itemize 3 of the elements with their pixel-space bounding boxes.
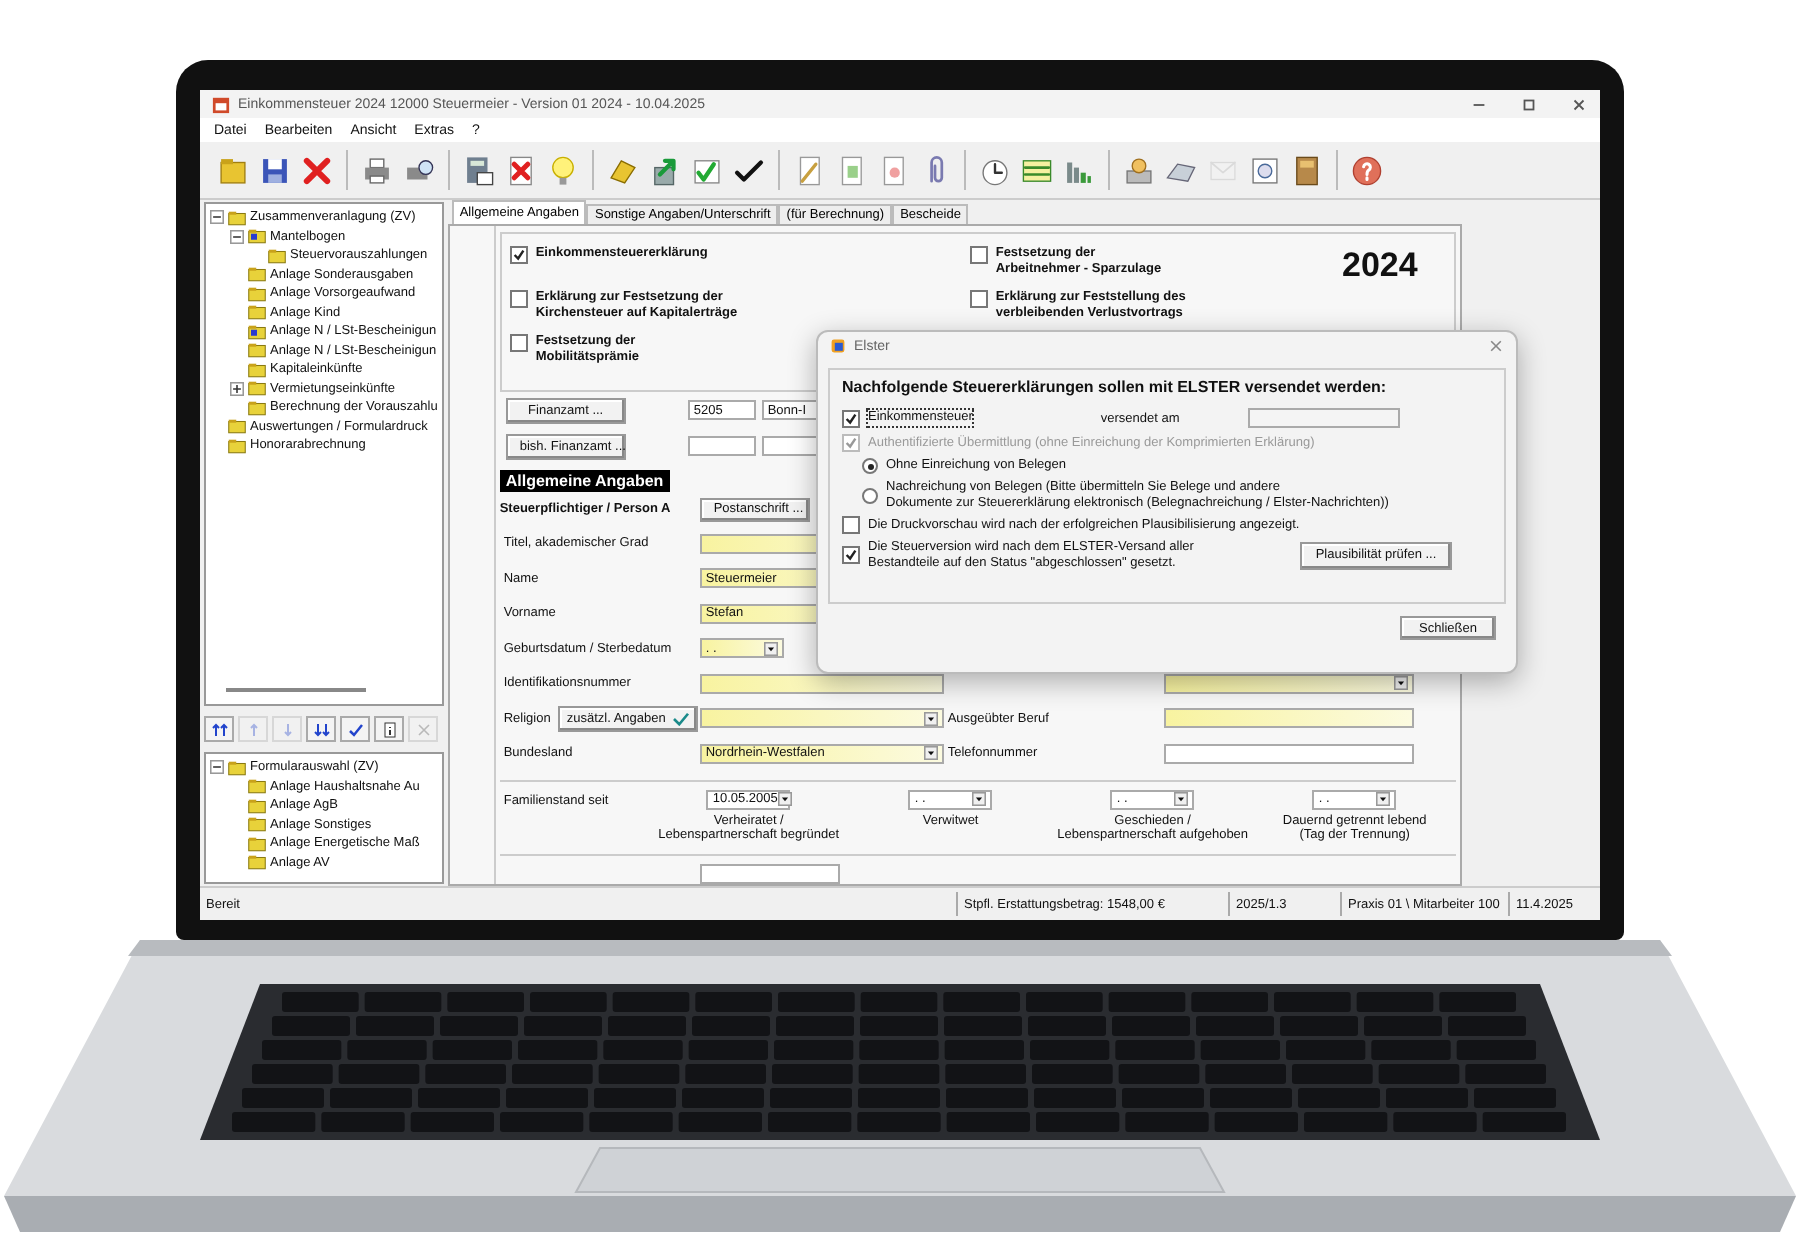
tax-year: 2024	[1340, 246, 1420, 288]
dialog-heading: Nachfolgende Steuererklärungen sollen mit ELSTER versendet werden:	[842, 378, 1389, 396]
section-header: Allgemeine Angaben	[499, 470, 670, 492]
